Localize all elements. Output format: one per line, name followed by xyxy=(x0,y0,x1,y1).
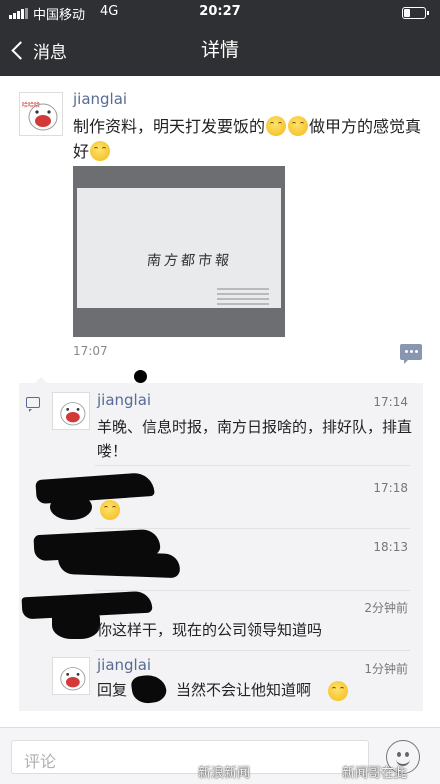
redaction-dot xyxy=(134,370,147,383)
status-time: 20:27 xyxy=(199,4,241,19)
emoji-icon xyxy=(90,141,111,161)
comment-time: 17:14 xyxy=(373,395,408,409)
emoji-icon xyxy=(100,500,120,520)
battery-icon xyxy=(402,7,429,19)
redacted-text xyxy=(57,549,181,579)
post-time: 17:07 xyxy=(73,344,108,358)
comment-time: 2分钟前 xyxy=(364,601,408,615)
svg-text:哈哈哈: 哈哈哈 xyxy=(22,101,40,109)
post-avatar[interactable]: 哈哈哈 xyxy=(19,92,63,136)
redacted-avatar xyxy=(50,494,92,520)
emoji-icon xyxy=(288,116,309,136)
watermark-left: 新浪新闻 xyxy=(198,766,251,781)
post-author[interactable]: jianglai xyxy=(73,90,127,108)
comment-text: 羊晚、信息时报，南方日报啥的，排好队，排直喽！ xyxy=(97,418,413,460)
post-text-part1: 制作资料，明天打发要饭的 xyxy=(73,117,266,136)
watermark-right: 新闻哥在此 xyxy=(342,766,408,781)
comment-input[interactable]: 评论 xyxy=(11,740,369,774)
comment-list-icon xyxy=(26,397,40,412)
comment-author[interactable]: jianglai xyxy=(97,656,151,674)
comment-avatar[interactable] xyxy=(52,392,90,430)
page-title: 详情 xyxy=(200,39,239,61)
comment-action-icon[interactable] xyxy=(400,344,422,364)
envelope-brand-text: 南方都市報 xyxy=(146,253,233,269)
comment-time: 1分钟前 xyxy=(364,662,408,676)
post-photo[interactable]: 南方都市報 xyxy=(73,166,285,337)
comment-time: 18:13 xyxy=(373,540,408,554)
comment-avatar[interactable] xyxy=(52,657,90,695)
top-bar: 中国移动 4G 20:27 消息 详情 xyxy=(0,0,440,76)
emoji-icon xyxy=(328,681,348,701)
comment-text: 你这样干，现在的公司领导知道吗 xyxy=(97,621,323,639)
redacted-avatar xyxy=(52,605,100,639)
emoji-icon xyxy=(266,116,287,136)
envelope-image: 南方都市報 xyxy=(77,188,281,308)
comment-time: 17:18 xyxy=(373,481,408,495)
status-bar: 中国移动 4G 20:27 xyxy=(0,0,440,26)
post-text: 制作资料，明天打发要饭的 做甲方的感觉真好 xyxy=(73,114,433,164)
comment-author[interactable]: jianglai xyxy=(97,391,151,409)
